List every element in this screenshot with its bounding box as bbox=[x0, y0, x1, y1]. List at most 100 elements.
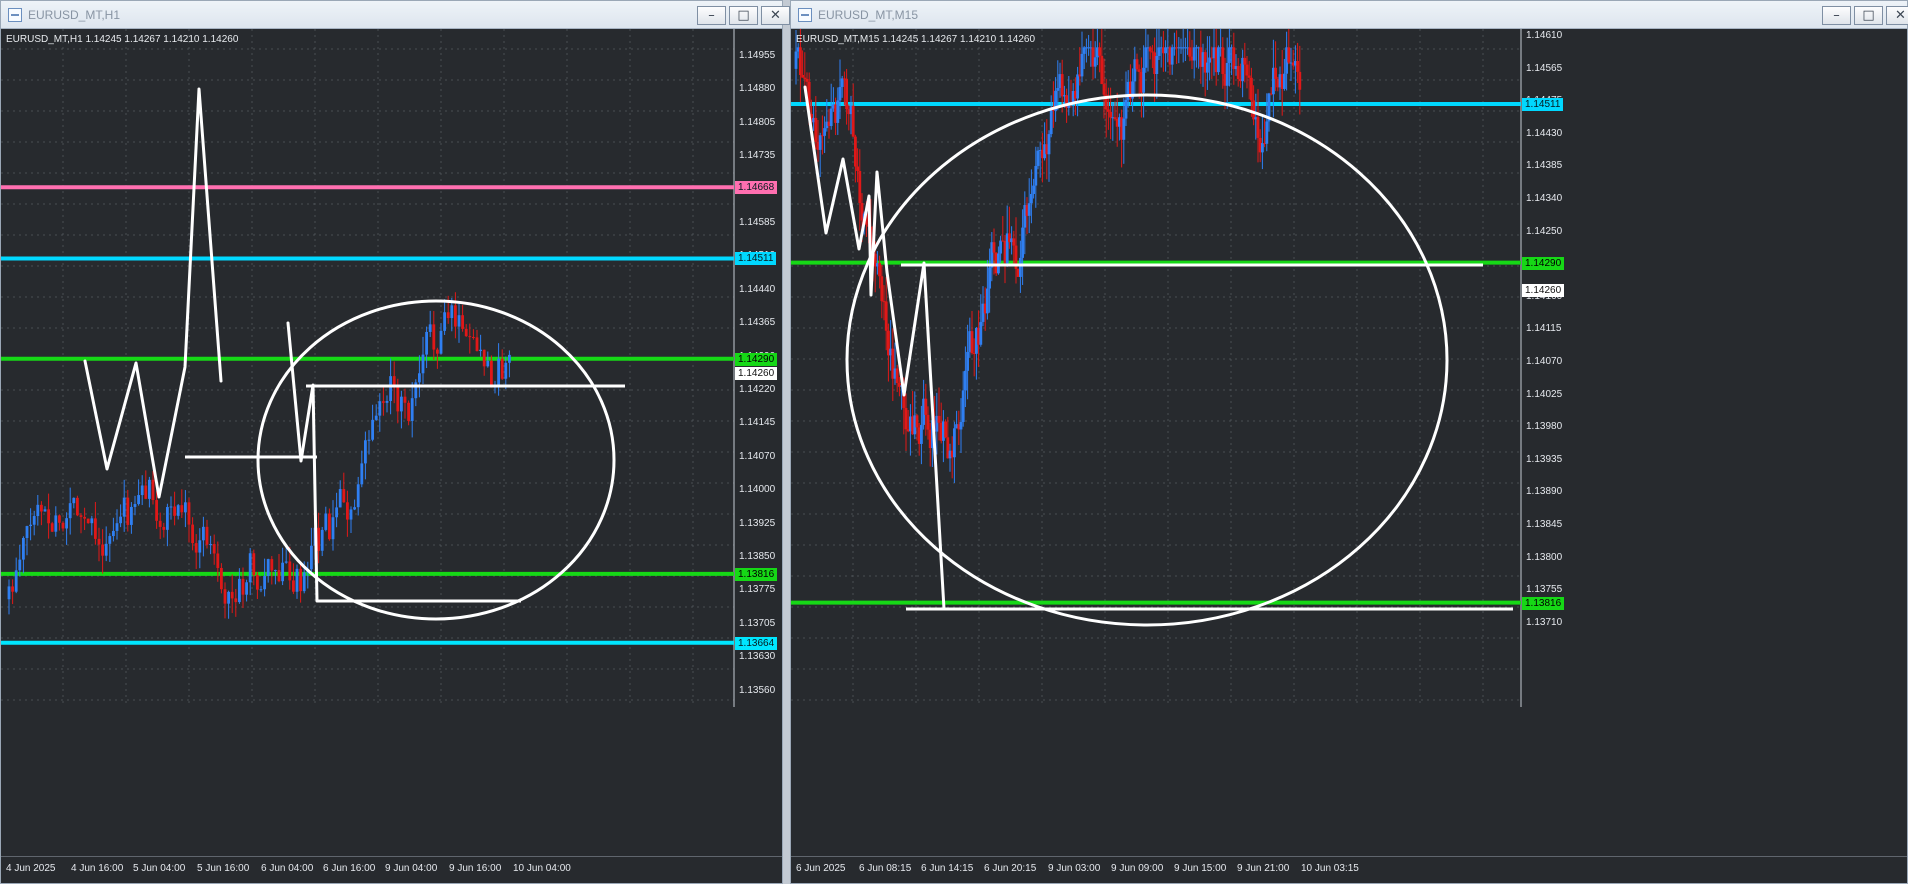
close-button[interactable]: ✕ bbox=[761, 6, 790, 25]
price-axis-label: 1.13755 bbox=[1526, 584, 1563, 596]
price-axis-label: 1.13630 bbox=[739, 651, 776, 663]
time-axis-label: 4 Jun 16:00 bbox=[71, 863, 124, 874]
candle-body bbox=[140, 485, 144, 496]
candle-body bbox=[108, 536, 112, 544]
candle-body bbox=[1109, 111, 1112, 118]
candle-body bbox=[1192, 47, 1196, 61]
price-chart-area[interactable]: EURUSD_MT,M15 1.14245 1.14267 1.14210 1.… bbox=[791, 29, 1907, 856]
candle-body bbox=[180, 505, 184, 513]
current-price-tag: 1.14260 bbox=[735, 367, 778, 380]
candle-body bbox=[1107, 109, 1110, 112]
candle-body bbox=[331, 517, 335, 540]
price-axis-label: 1.14025 bbox=[1526, 388, 1563, 400]
candle-body bbox=[43, 509, 47, 512]
time-axis-label: 6 Jun 16:00 bbox=[323, 863, 376, 874]
candle-body bbox=[410, 398, 414, 421]
candle-body bbox=[1274, 67, 1277, 79]
candle-body bbox=[299, 568, 302, 592]
time-axis-label: 9 Jun 09:00 bbox=[1111, 863, 1164, 874]
candle-body bbox=[227, 591, 230, 604]
time-axis-label: 6 Jun 20:15 bbox=[984, 863, 1037, 874]
candle-body bbox=[961, 390, 965, 423]
candle-body bbox=[1137, 69, 1141, 72]
candle-body bbox=[194, 543, 198, 553]
candle-body bbox=[1144, 47, 1148, 68]
chart-window-h1[interactable]: EURUSD_MT,H1 – □ ✕ EURUSD_MT,H1 1.14245 1.14… bbox=[0, 0, 790, 884]
candle-body bbox=[1060, 74, 1064, 97]
window-titlebar[interactable]: EURUSD_MT,H1 – □ ✕ bbox=[1, 1, 790, 29]
candle-body bbox=[497, 358, 500, 386]
candle-body bbox=[162, 526, 166, 530]
price-axis-label: 1.14430 bbox=[1526, 127, 1563, 139]
candle-body bbox=[482, 349, 486, 367]
price-axis-label: 1.14805 bbox=[739, 116, 776, 128]
candle-body bbox=[421, 354, 425, 374]
time-axis-label: 5 Jun 16:00 bbox=[197, 863, 250, 874]
candle-body bbox=[346, 502, 349, 520]
maximize-button[interactable]: □ bbox=[729, 6, 758, 25]
minimize-button[interactable]: – bbox=[697, 6, 726, 25]
candle-body bbox=[288, 561, 292, 581]
candle-body bbox=[884, 301, 888, 331]
candle-body bbox=[1093, 57, 1097, 67]
price-axis-label: 1.13775 bbox=[739, 584, 776, 596]
symbol-ohlc-info: EURUSD_MT,M15 1.14245 1.14267 1.14210 1.… bbox=[796, 34, 1036, 45]
candle-body bbox=[880, 276, 884, 302]
candle-body bbox=[1247, 75, 1251, 78]
price-axis-label: 1.14220 bbox=[739, 384, 776, 395]
time-axis-label: 9 Jun 15:00 bbox=[1174, 863, 1227, 874]
candle-body bbox=[209, 544, 212, 546]
candle-body bbox=[112, 530, 115, 537]
candle-body bbox=[432, 324, 436, 350]
chart-window-m15[interactable]: EURUSD_MT,M15 – □ ✕ EURUSD_MT,M15 1.14245 1.… bbox=[790, 0, 1908, 884]
candle-body bbox=[1148, 47, 1152, 52]
candle-body bbox=[1232, 47, 1236, 70]
price-axis-label: 1.13845 bbox=[1526, 519, 1563, 530]
price-axis-label: 1.13705 bbox=[739, 617, 776, 629]
candlestick-chart bbox=[1, 29, 735, 707]
candle-body bbox=[970, 331, 974, 354]
candle-body bbox=[1243, 57, 1247, 65]
price-axis-label: 1.14440 bbox=[739, 283, 776, 295]
window-titlebar[interactable]: EURUSD_MT,M15 – □ ✕ bbox=[791, 1, 1908, 29]
candle-body bbox=[966, 351, 969, 371]
price-axis-label: 1.14385 bbox=[1526, 160, 1563, 172]
candle-body bbox=[854, 136, 857, 167]
window-title: EURUSD_MT,H1 bbox=[28, 8, 121, 22]
candle-body bbox=[1296, 60, 1299, 72]
candle-body bbox=[266, 559, 270, 577]
candle-body bbox=[212, 544, 216, 554]
candle-body bbox=[403, 396, 407, 403]
current-price-tag: 1.14260 bbox=[1522, 284, 1565, 297]
level-price-tag: 1.13816 bbox=[735, 567, 778, 581]
price-axis-label: 1.14610 bbox=[1526, 30, 1563, 41]
candle-body bbox=[979, 321, 983, 345]
candle-body bbox=[68, 503, 72, 519]
minimize-button[interactable]: – bbox=[1822, 6, 1851, 25]
candle-body bbox=[1265, 121, 1269, 144]
time-axis-label: 10 Jun 04:00 bbox=[513, 863, 571, 874]
level-price-tag: 1.14668 bbox=[735, 181, 778, 195]
candle-body bbox=[238, 578, 241, 603]
candle-body bbox=[187, 502, 191, 525]
candle-body bbox=[1030, 193, 1033, 204]
candle-body bbox=[79, 515, 83, 517]
candle-body bbox=[173, 506, 176, 516]
candle-body bbox=[1217, 47, 1220, 73]
candle-body bbox=[263, 576, 266, 590]
candle-body bbox=[986, 288, 989, 314]
candle-body bbox=[126, 497, 130, 525]
candle-body bbox=[97, 538, 101, 545]
candle-body bbox=[818, 135, 822, 150]
price-axis-label: 1.14115 bbox=[1526, 323, 1562, 335]
price-axis-label: 1.13850 bbox=[739, 551, 776, 562]
price-axis-label: 1.14340 bbox=[1526, 193, 1563, 204]
symbol-ohlc-info: EURUSD_MT,H1 1.14245 1.14267 1.14210 1.1… bbox=[6, 34, 239, 45]
candle-body bbox=[133, 504, 137, 507]
candle-body bbox=[184, 502, 187, 513]
price-chart-area[interactable]: EURUSD_MT,H1 1.14245 1.14267 1.14210 1.1… bbox=[1, 29, 782, 856]
candle-body bbox=[130, 506, 133, 525]
maximize-button[interactable]: □ bbox=[1854, 6, 1883, 25]
time-axis-label: 4 Jun 2025 bbox=[6, 863, 56, 874]
close-button[interactable]: ✕ bbox=[1886, 6, 1908, 25]
